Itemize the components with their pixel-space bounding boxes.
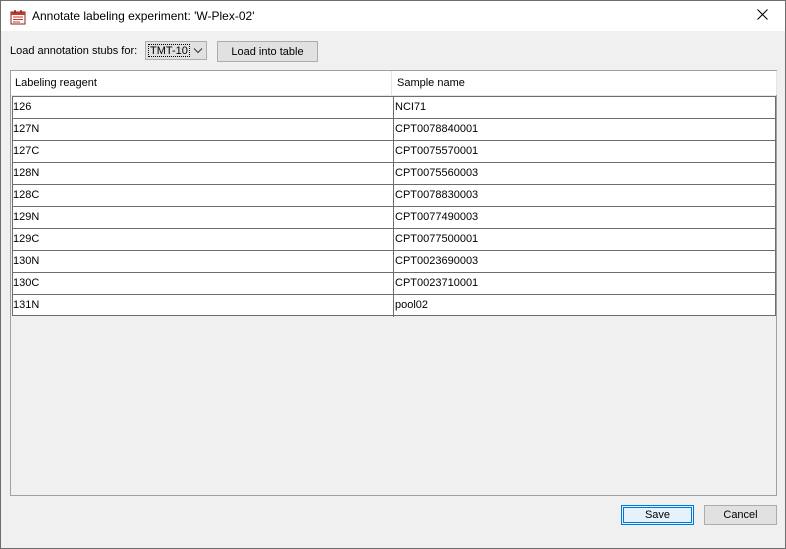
sample-cell[interactable]: CPT0023690003 — [394, 251, 775, 273]
reagent-cell[interactable]: 128C — [13, 185, 394, 207]
reagent-cell[interactable]: 126 — [13, 97, 394, 119]
table-row[interactable]: 127N CPT0078840001 — [13, 119, 775, 141]
table-body: 126 NCI71 127N CPT0078840001 127C CPT007… — [12, 96, 776, 317]
table-row[interactable]: 127C CPT0075570001 — [13, 141, 775, 163]
focus-ring — [623, 507, 692, 523]
reagent-cell[interactable]: 129N — [13, 207, 394, 229]
sample-cell[interactable]: CPT0023710001 — [394, 273, 775, 295]
table-row[interactable]: 128N CPT0075560003 — [13, 163, 775, 185]
sample-cell[interactable]: CPT0078840001 — [394, 119, 775, 141]
title-bar[interactable]: Annotate labeling experiment: 'W-Plex-02… — [1, 1, 785, 31]
sample-cell[interactable]: pool02 — [394, 295, 775, 317]
close-button[interactable] — [739, 1, 785, 31]
reagent-cell[interactable]: 127C — [13, 141, 394, 163]
table-row[interactable]: 131N pool02 — [13, 295, 775, 317]
window-title: Annotate labeling experiment: 'W-Plex-02… — [32, 9, 255, 23]
chevron-down-icon — [193, 46, 203, 55]
reagent-cell[interactable]: 127N — [13, 119, 394, 141]
dialog-window: Annotate labeling experiment: 'W-Plex-02… — [0, 0, 786, 549]
reagent-cell[interactable]: 128N — [13, 163, 394, 185]
table-row[interactable]: 129C CPT0077500001 — [13, 229, 775, 251]
sample-cell[interactable]: CPT0075560003 — [394, 163, 775, 185]
reagent-kit-select[interactable]: TMT-10 — [145, 41, 207, 60]
reagent-cell[interactable]: 129C — [13, 229, 394, 251]
table-row[interactable]: 130C CPT0023710001 — [13, 273, 775, 295]
reagent-cell[interactable]: 131N — [13, 295, 394, 317]
save-button[interactable]: Save — [621, 505, 694, 525]
close-icon — [756, 9, 768, 23]
sample-cell[interactable]: CPT0075570001 — [394, 141, 775, 163]
column-header-sample-name[interactable]: Sample name — [393, 71, 776, 95]
annotation-table: Labeling reagent Sample name 126 NCI71 1… — [10, 70, 777, 496]
cancel-button[interactable]: Cancel — [704, 505, 777, 525]
reagent-cell[interactable]: 130C — [13, 273, 394, 295]
table-row[interactable]: 128C CPT0078830003 — [13, 185, 775, 207]
header-divider — [776, 71, 777, 95]
load-into-table-button[interactable]: Load into table — [217, 41, 318, 62]
sample-cell[interactable]: CPT0078830003 — [394, 185, 775, 207]
table-row[interactable]: 126 NCI71 — [13, 97, 775, 119]
lab-icon — [10, 9, 26, 25]
sample-cell[interactable]: NCI71 — [394, 97, 775, 119]
sample-cell[interactable]: CPT0077490003 — [394, 207, 775, 229]
column-header-labeling-reagent[interactable]: Labeling reagent — [11, 71, 392, 95]
load-stubs-label: Load annotation stubs for: — [10, 45, 138, 57]
table-row[interactable]: 130N CPT0023690003 — [13, 251, 775, 273]
table-row[interactable]: 129N CPT0077490003 — [13, 207, 775, 229]
sample-cell[interactable]: CPT0077500001 — [394, 229, 775, 251]
reagent-cell[interactable]: 130N — [13, 251, 394, 273]
reagent-kit-value: TMT-10 — [148, 44, 190, 57]
table-header: Labeling reagent Sample name — [11, 71, 777, 96]
